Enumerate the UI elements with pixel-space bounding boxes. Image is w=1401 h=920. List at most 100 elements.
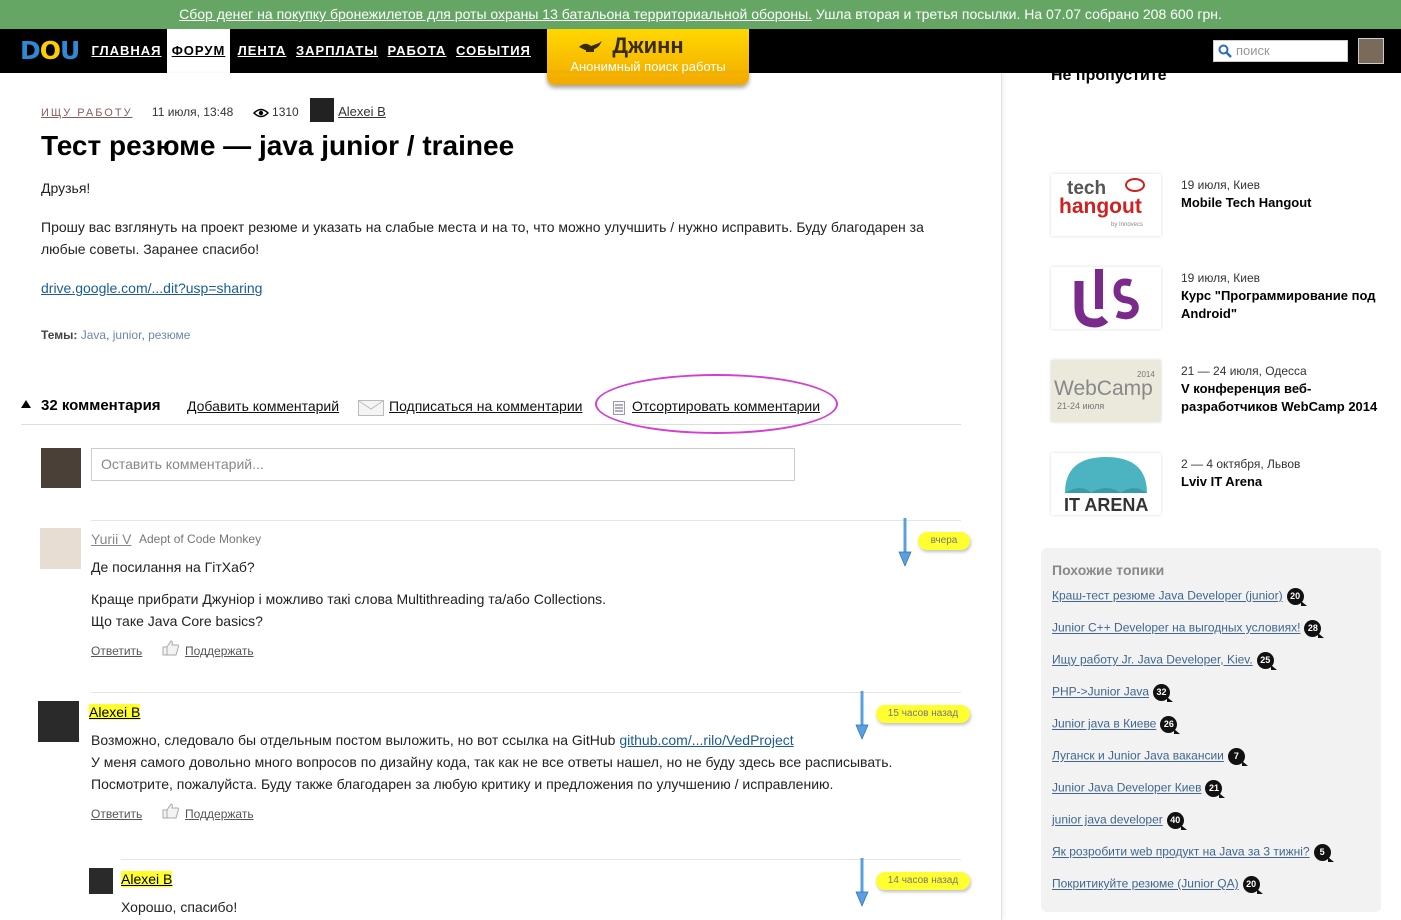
event-logo-tech-hangout[interactable]: tech hangout by Innovecs: [1051, 174, 1161, 236]
comment-time-badge: 15 часов назад: [876, 705, 970, 723]
comment-text: Посмотрите, пожалуйста. Буду также благо…: [91, 776, 834, 792]
nav-events[interactable]: СОБЫТИЯ: [456, 29, 530, 73]
comment-text: У меня самого довольно много вопросов по…: [91, 754, 893, 770]
nav-home[interactable]: ГЛАВНАЯ: [91, 29, 162, 73]
comment-text: Краще прибрати Джуніор і можливо такі сл…: [91, 591, 607, 607]
comment-count-bubble: 20: [1242, 876, 1263, 894]
comment-count-bubble: 26: [1160, 716, 1181, 734]
comment-count-bubble: 21: [1205, 780, 1226, 798]
nav-forum[interactable]: ФОРУМ: [167, 29, 230, 73]
comment-input[interactable]: Оставить комментарий...: [91, 448, 795, 481]
views-count: 1310: [272, 105, 299, 120]
collapse-triangle-icon[interactable]: [21, 400, 31, 408]
similar-topic-link[interactable]: Краш-тест резюме Java Developer (junior)…: [1052, 588, 1307, 606]
similar-topics-title: Похожие топики: [1052, 562, 1165, 578]
category-link[interactable]: ИЩУ РАБОТУ: [41, 107, 133, 119]
comment-count-bubble: 28: [1304, 620, 1325, 638]
event-logo-webcamp[interactable]: 2014 WebCamp 21-24 июля: [1051, 360, 1161, 422]
comment-count-bubble: 20: [1286, 588, 1307, 606]
donation-status: Ушла вторая и третья посылки. На 07.07 с…: [812, 6, 1222, 22]
author-link[interactable]: Alexei B: [338, 104, 386, 119]
nav-jobs[interactable]: РАБОТА: [386, 29, 448, 73]
thumbs-up-icon[interactable]: [162, 803, 180, 819]
tag-java[interactable]: Java: [81, 328, 106, 342]
post-body: Прошу вас взглянуть на проект резюме и у…: [41, 219, 924, 257]
donation-link[interactable]: Сбор денег на покупку бронежилетов для р…: [179, 6, 812, 22]
event-date: 19 июля, Киев: [1181, 271, 1261, 285]
post-greeting: Друзья!: [41, 180, 91, 196]
event-logo-us[interactable]: [1051, 267, 1161, 329]
event-name[interactable]: Курс "Программирование под Android": [1181, 287, 1381, 323]
tag-junior[interactable]: junior: [113, 328, 142, 342]
similar-topic-link[interactable]: Junior Java Developer Киев 21: [1052, 780, 1226, 798]
comment-text: Хорошо, спасибо!: [121, 899, 238, 915]
comment-author[interactable]: Alexei B: [89, 704, 141, 720]
arrow-down-icon: [898, 518, 912, 567]
resume-link[interactable]: drive.google.com/...dit?usp=sharing: [41, 280, 262, 296]
tag-resume[interactable]: резюме: [148, 328, 190, 342]
nav-salaries[interactable]: ЗАРПЛАТЫ: [296, 29, 378, 73]
event-date: 19 июля, Киев: [1181, 178, 1261, 192]
event-name[interactable]: Lviv IT Arena: [1181, 473, 1381, 491]
post-date: 11 июля, 13:48: [151, 105, 234, 120]
support-link[interactable]: Поддержать: [185, 644, 254, 658]
similar-topic-link[interactable]: Покритикуйте резюме (Junior QA) 20: [1052, 876, 1263, 894]
event-logo-it-arena[interactable]: IT ARENA: [1051, 453, 1161, 515]
comment-author[interactable]: Yurii V: [91, 531, 131, 547]
post-meta: ИЩУ РАБОТУ 11 июля, 13:48 1310 Alexei B: [41, 98, 386, 122]
commenter-avatar[interactable]: [40, 528, 81, 569]
event-name[interactable]: V конференция веб-разработчиков WebCamp …: [1181, 380, 1381, 416]
lamp-icon: [579, 41, 602, 52]
comment-text: Возможно, следовало бы отдельным постом …: [91, 732, 794, 748]
similar-topic-link[interactable]: Луганск и Junior Java вакансии 7: [1052, 748, 1248, 766]
my-avatar: [41, 448, 81, 488]
dou-logo[interactable]: DOU: [20, 37, 80, 65]
nav-feed[interactable]: ЛЕНТА: [236, 29, 288, 73]
subscribe-comments-link[interactable]: Подписаться на комментарии: [389, 398, 582, 414]
page-title: Тест резюме — java junior / trainee: [41, 130, 515, 161]
user-avatar[interactable]: [1358, 38, 1384, 64]
comment-count-bubble: 7: [1227, 748, 1248, 766]
comment-count-bubble: 25: [1256, 652, 1277, 670]
reply-link[interactable]: Ответить: [91, 807, 142, 821]
arrow-down-icon: [855, 691, 869, 740]
similar-topic-link[interactable]: PHP->Junior Java 32: [1052, 684, 1174, 702]
similar-topic-link[interactable]: Junior java в Киеве 26: [1052, 716, 1181, 734]
comment-author-role: Adept of Code Monkey: [139, 532, 262, 546]
comment-count-bubble: 5: [1313, 844, 1334, 862]
comment-divider: [121, 859, 961, 860]
similar-topic-link[interactable]: Junior C++ Developer на выгодных условия…: [1052, 620, 1325, 638]
github-link[interactable]: github.com/...rilo/VedProject: [619, 732, 793, 748]
search-input[interactable]: поиск: [1213, 40, 1348, 62]
search-icon: [1218, 44, 1232, 58]
similar-topic-link[interactable]: junior java developer 40: [1052, 812, 1187, 830]
envelope-icon: [358, 400, 384, 416]
post-tags: Темы: Java, junior, резюме: [41, 328, 191, 342]
comment-text: Де посилання на ГітХаб?: [91, 559, 255, 575]
comments-count: 32 комментария: [41, 397, 161, 414]
author-avatar[interactable]: [310, 98, 335, 122]
add-comment-link[interactable]: Добавить комментарий: [187, 398, 339, 414]
comment-author[interactable]: Alexei B: [121, 871, 173, 887]
event-date: 21 — 24 июля, Одесса: [1181, 364, 1307, 378]
thumbs-up-icon[interactable]: [162, 640, 180, 656]
comment-divider: [91, 692, 961, 693]
similar-topic-link[interactable]: Як розробити web продукт на Java за 3 ти…: [1052, 844, 1334, 862]
similar-topics-panel: Похожие топики Краш-тест резюме Java Dev…: [1041, 548, 1381, 912]
highlight-annotation: [595, 374, 838, 434]
comment-count-bubble: 32: [1153, 684, 1174, 702]
arrow-down-icon: [855, 858, 869, 907]
commenter-avatar[interactable]: [38, 701, 79, 742]
reply-link[interactable]: Ответить: [91, 644, 142, 658]
sidebar-title: Не пропустите: [1051, 67, 1167, 84]
comment-count-bubble: 40: [1166, 812, 1187, 830]
donation-banner: Сбор денег на покупку бронежилетов для р…: [0, 0, 1401, 29]
comment-divider: [91, 520, 961, 521]
comment-text: Що таке Java Core basics?: [91, 613, 263, 629]
similar-topic-link[interactable]: Ищу работу Jr. Java Developer, Kiev. 25: [1052, 652, 1277, 670]
support-link[interactable]: Поддержать: [185, 807, 254, 821]
comment-time-badge: вчера: [918, 532, 970, 550]
commenter-avatar[interactable]: [89, 868, 113, 894]
event-name[interactable]: Mobile Tech Hangout: [1181, 194, 1381, 212]
eye-icon: [252, 108, 269, 118]
